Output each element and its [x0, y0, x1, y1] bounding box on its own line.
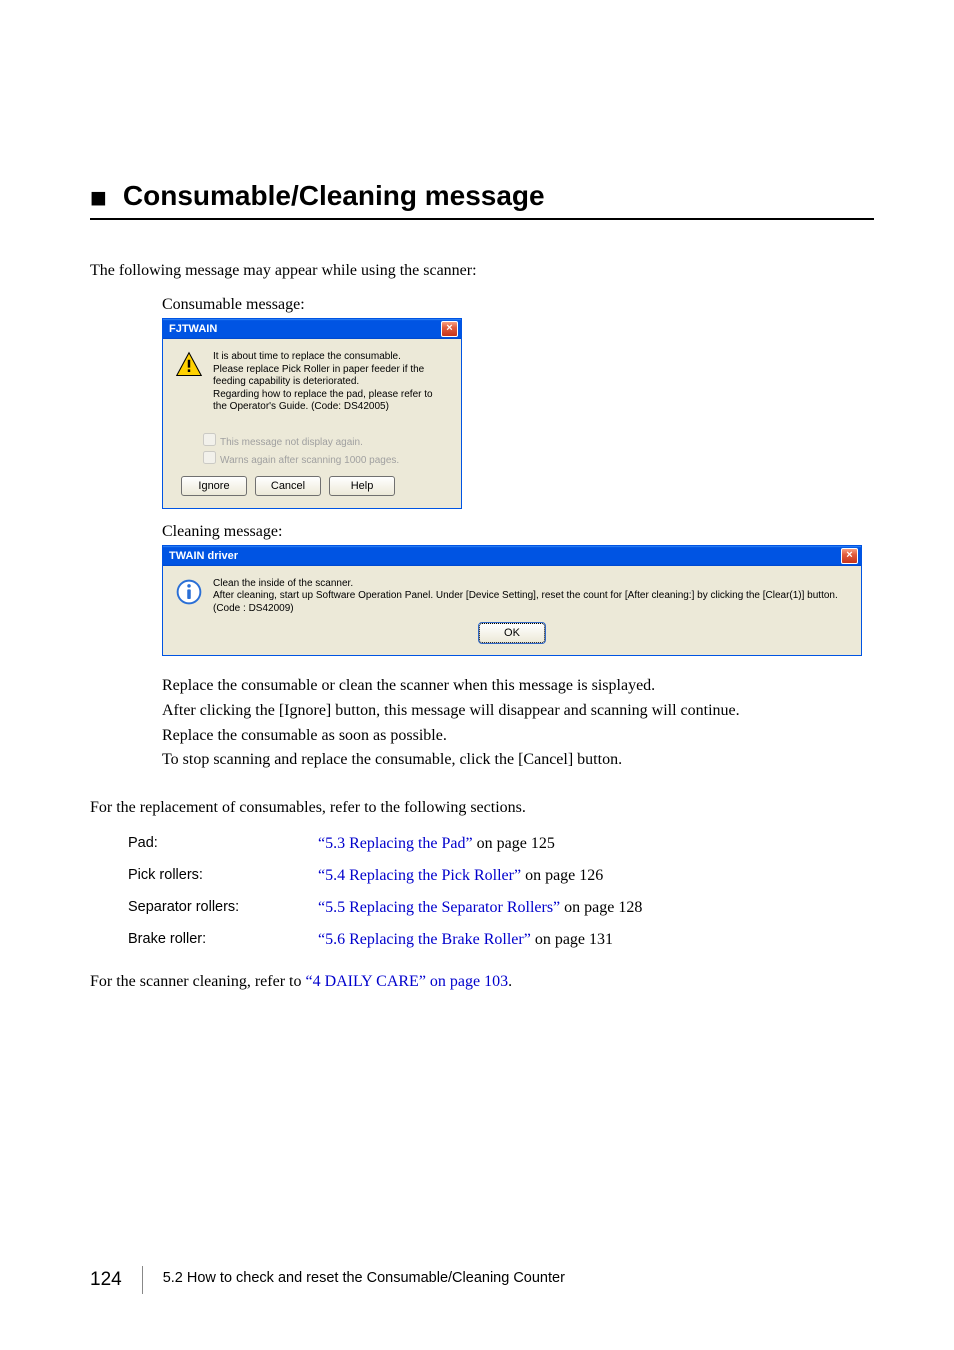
ok-button[interactable]: OK: [479, 623, 545, 643]
table-row: Pick rollers: “5.4 Replacing the Pick Ro…: [128, 867, 874, 885]
ref-link[interactable]: “5.3 Replacing the Pad”: [318, 835, 473, 852]
square-bullet-icon: ■: [90, 185, 107, 213]
warning-icon: [175, 351, 203, 379]
intro-text: The following message may appear while u…: [90, 262, 874, 280]
close-icon[interactable]: ×: [441, 321, 458, 337]
explanation-block: Replace the consumable or clean the scan…: [162, 674, 874, 773]
info-icon: [175, 578, 203, 606]
ref-link[interactable]: “4 DAILY CARE” on page 103: [305, 973, 508, 990]
section-heading: ■ Consumable/Cleaning message: [90, 180, 874, 220]
ref-link[interactable]: “5.4 Replacing the Pick Roller”: [318, 867, 521, 884]
dialog-message: Clean the inside of the scanner. After c…: [213, 578, 838, 616]
cleaning-caption: Cleaning message:: [162, 523, 874, 541]
ref-value: “5.3 Replacing the Pad” on page 125: [318, 835, 555, 853]
cancel-button[interactable]: Cancel: [255, 476, 321, 496]
consumable-dialog: FJTWAIN × It is about time to replace th…: [162, 318, 462, 509]
ref-label: Pad:: [128, 835, 318, 853]
cleaning-ref: For the scanner cleaning, refer to “4 DA…: [90, 973, 874, 991]
ref-link[interactable]: “5.6 Replacing the Brake Roller”: [318, 931, 531, 948]
footer-caption: 5.2 How to check and reset the Consumabl…: [163, 1270, 565, 1286]
consumable-caption: Consumable message:: [162, 296, 874, 314]
dialog-checkboxes: This message not display again. Warns ag…: [203, 432, 449, 466]
ref-intro: For the replacement of consumables, refe…: [90, 799, 874, 817]
dialog-title: FJTWAIN: [169, 323, 217, 335]
ref-link[interactable]: “5.5 Replacing the Separator Rollers”: [318, 899, 560, 916]
page-number: 124: [90, 1269, 122, 1291]
table-row: Brake roller: “5.6 Replacing the Brake R…: [128, 931, 874, 949]
ref-value: “5.5 Replacing the Separator Rollers” on…: [318, 899, 642, 917]
table-row: Separator rollers: “5.5 Replacing the Se…: [128, 899, 874, 917]
dialog-titlebar: FJTWAIN ×: [163, 319, 461, 339]
explain-line: After clicking the [Ignore] button, this…: [162, 699, 874, 724]
dialog-titlebar: TWAIN driver ×: [163, 546, 861, 566]
ref-label: Pick rollers:: [128, 867, 318, 885]
explain-line: Replace the consumable or clean the scan…: [162, 674, 874, 699]
ref-label: Separator rollers:: [128, 899, 318, 917]
ref-value: “5.4 Replacing the Pick Roller” on page …: [318, 867, 603, 885]
cleaning-dialog: TWAIN driver × Clean the inside of the s…: [162, 545, 862, 657]
page-footer: 124 5.2 How to check and reset the Consu…: [90, 1266, 565, 1294]
explain-line: Replace the consumable as soon as possib…: [162, 724, 874, 749]
reference-table: Pad: “5.3 Replacing the Pad” on page 125…: [128, 835, 874, 949]
explain-line: To stop scanning and replace the consuma…: [162, 748, 874, 773]
ref-label: Brake roller:: [128, 931, 318, 949]
close-icon[interactable]: ×: [841, 548, 858, 564]
help-button[interactable]: Help: [329, 476, 395, 496]
checkbox-no-display[interactable]: This message not display again.: [203, 432, 449, 448]
heading-text: Consumable/Cleaning message: [123, 180, 545, 212]
dialog-title: TWAIN driver: [169, 550, 238, 562]
ignore-button[interactable]: Ignore: [181, 476, 247, 496]
table-row: Pad: “5.3 Replacing the Pad” on page 125: [128, 835, 874, 853]
dialog-message: It is about time to replace the consumab…: [213, 351, 449, 414]
checkbox-warn-again[interactable]: Warns again after scanning 1000 pages.: [203, 450, 449, 466]
footer-divider: [142, 1266, 143, 1294]
ref-value: “5.6 Replacing the Brake Roller” on page…: [318, 931, 613, 949]
